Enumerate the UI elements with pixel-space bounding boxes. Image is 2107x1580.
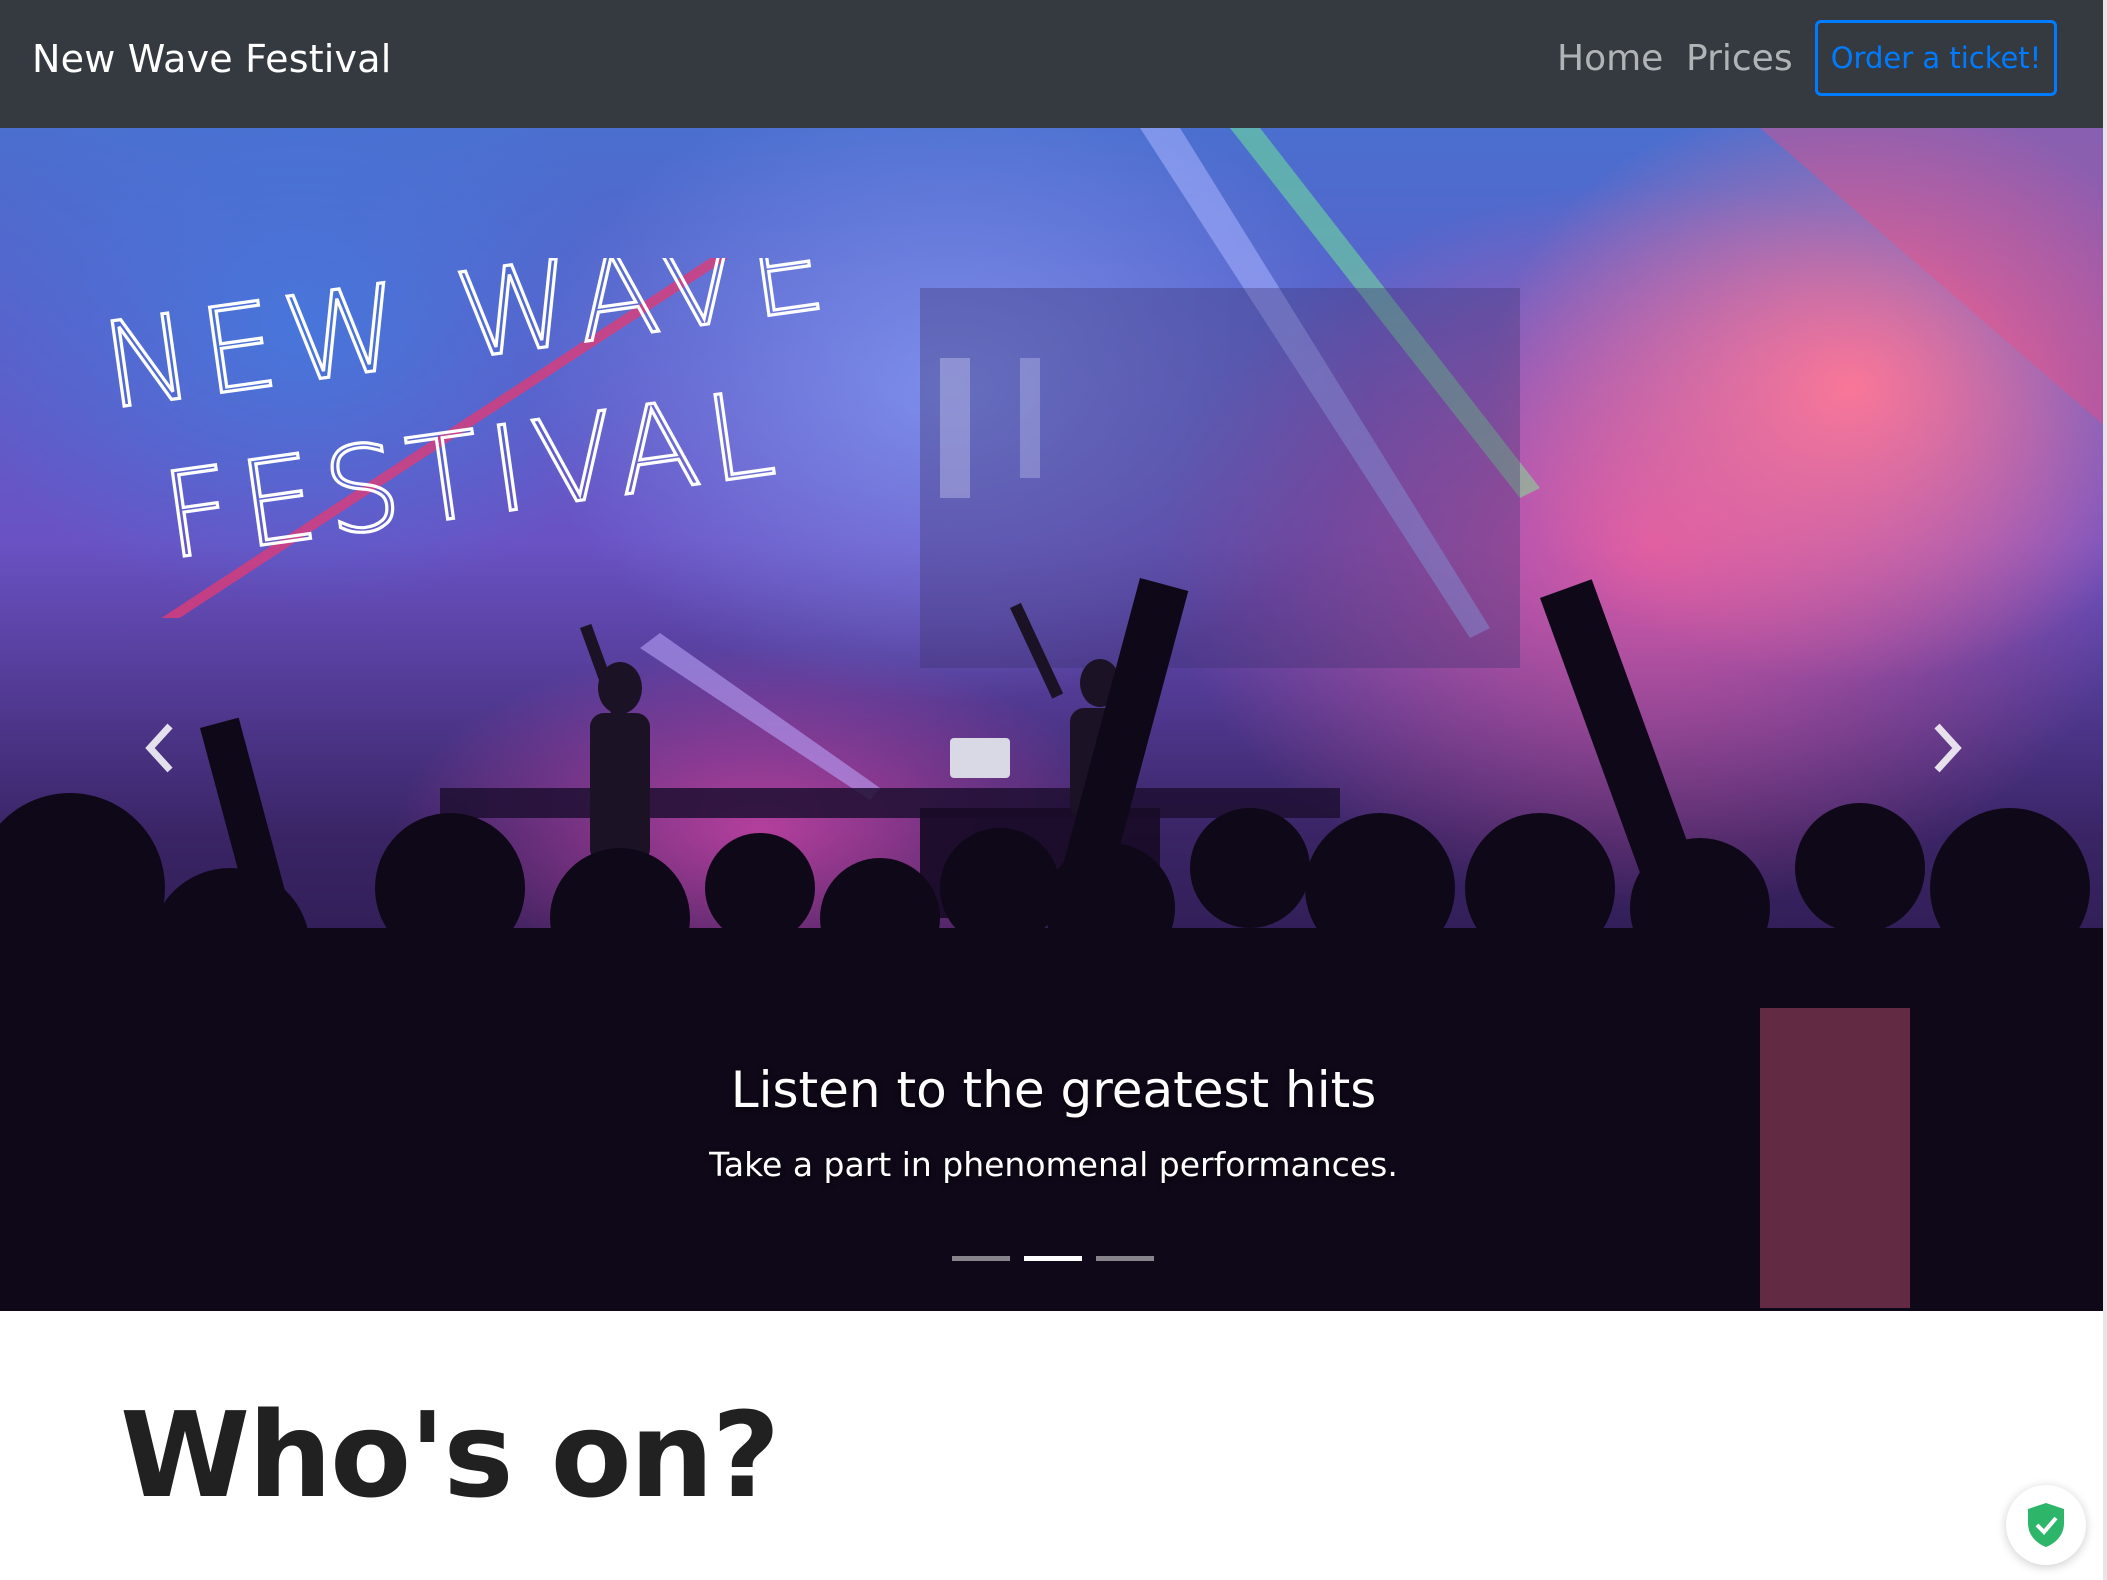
carousel-caption-title: Listen to the greatest hits [730, 1061, 1377, 1119]
nav-link-home[interactable]: Home [1557, 34, 1663, 84]
carousel-caption-text: Take a part in phenomenal performances. [709, 1145, 1398, 1184]
carousel-indicator-1[interactable] [952, 1256, 1010, 1261]
shield-check-icon [2028, 1503, 2064, 1547]
hero-carousel: NEW WAVE FESTIVAL Listen to the greatest… [0, 128, 2107, 1311]
page-scrollbar[interactable] [2103, 0, 2107, 1580]
nav-link-prices[interactable]: Prices [1686, 34, 1793, 84]
carousel-next-button[interactable] [1887, 688, 2007, 808]
order-ticket-button[interactable]: Order a ticket! [1815, 20, 2057, 96]
carousel-prev-button[interactable] [100, 688, 220, 808]
chevron-right-icon [1934, 723, 1962, 773]
festival-logo: NEW WAVE FESTIVAL [100, 258, 820, 618]
carousel-indicator-3[interactable] [1096, 1256, 1154, 1261]
brand-link[interactable]: New Wave Festival [32, 34, 391, 84]
chevron-left-icon [145, 723, 173, 773]
section-heading: Who's on? [120, 1386, 780, 1524]
carousel-indicator-2[interactable] [1024, 1256, 1082, 1261]
carousel-indicators [952, 1256, 1154, 1261]
security-badge[interactable] [2006, 1485, 2086, 1565]
navbar: New Wave Festival Home Prices Order a ti… [0, 0, 2107, 128]
